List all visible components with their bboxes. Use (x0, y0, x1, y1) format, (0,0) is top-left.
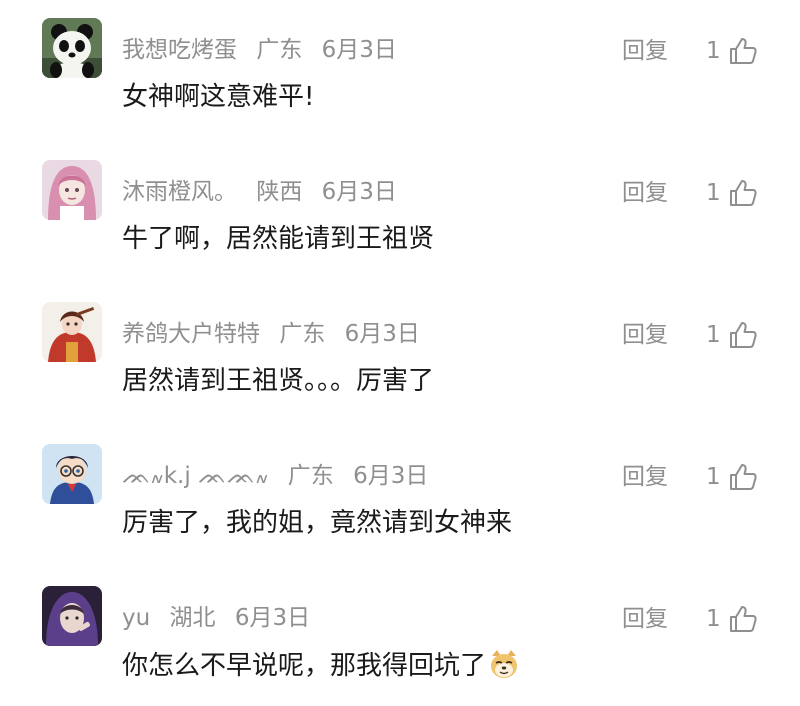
date: 6月3日 (344, 321, 420, 347)
conan-avatar-icon[interactable] (42, 444, 102, 504)
location: 陕西 (256, 179, 303, 205)
comment-meta: 沐雨橙风。 陕西 6月3日 (122, 177, 409, 207)
comment-text: 你怎么不早说呢，那我得回坑了 (122, 648, 520, 683)
comment-text-body: 你怎么不早说呢，那我得回坑了 (122, 651, 487, 681)
doge-emoji-icon (491, 650, 518, 678)
username[interactable]: ᨏ៷k.j ᨏᨏ៷ (122, 463, 268, 489)
comment-meta: 养鸽大户特特 广东 6月3日 (122, 319, 432, 349)
thumbs-up-icon[interactable] (728, 178, 758, 208)
date: 6月3日 (321, 37, 397, 63)
reply-button[interactable]: 回复 (622, 36, 668, 66)
comment-text: 厉害了，我的姐，竟然请到女神来 (122, 508, 513, 538)
comment-text: 女神啊这意难平! (122, 82, 315, 112)
like-count: 1 (706, 464, 721, 490)
reply-button[interactable]: 回复 (622, 604, 668, 634)
thumbs-up-icon[interactable] (728, 36, 758, 66)
reply-button[interactable]: 回复 (622, 320, 668, 350)
location: 广东 (256, 37, 303, 63)
thumbs-up-icon[interactable] (728, 320, 758, 350)
location: 广东 (279, 321, 326, 347)
comment-item: yu 湖北 6月3日 你怎么不早说呢，那我得回坑了 回复 1 (0, 586, 800, 706)
like-count: 1 (706, 606, 721, 632)
like-count: 1 (706, 322, 721, 348)
anime-girl-avatar-icon[interactable] (42, 160, 102, 220)
comment-meta: yu 湖北 6月3日 (122, 603, 322, 633)
like-count: 1 (706, 180, 721, 206)
like-count: 1 (706, 38, 721, 64)
comment-item: 我想吃烤蛋 广东 6月3日 女神啊这意难平! 回复 1 (0, 18, 800, 138)
reply-button[interactable]: 回复 (622, 462, 668, 492)
comment-meta: ᨏ៷k.j ᨏᨏ៷ 广东 6月3日 (122, 461, 440, 491)
comment-meta: 我想吃烤蛋 广东 6月3日 (122, 35, 409, 65)
date: 6月3日 (353, 463, 429, 489)
red-costume-avatar-icon[interactable] (42, 302, 102, 362)
reply-button[interactable]: 回复 (622, 178, 668, 208)
comment-text: 居然请到王祖贤。。。厉害了 (122, 366, 435, 396)
panda-avatar-icon[interactable] (42, 18, 102, 78)
date: 6月3日 (234, 605, 311, 631)
comment-item: 沐雨橙风。 陕西 6月3日 牛了啊，居然能请到王祖贤 回复 1 (0, 160, 800, 280)
date: 6月3日 (321, 179, 397, 205)
location: 湖北 (169, 605, 216, 631)
username[interactable]: 我想吃烤蛋 (122, 37, 237, 63)
comment-item: 养鸽大户特特 广东 6月3日 居然请到王祖贤。。。厉害了 回复 1 (0, 302, 800, 422)
comment-item: ᨏ៷k.j ᨏᨏ៷ 广东 6月3日 厉害了，我的姐，竟然请到女神来 回复 1 (0, 444, 800, 564)
username[interactable]: 养鸽大户特特 (122, 321, 260, 347)
purple-hood-avatar-icon[interactable] (42, 586, 102, 646)
thumbs-up-icon[interactable] (728, 462, 758, 492)
username[interactable]: yu (122, 605, 150, 631)
thumbs-up-icon[interactable] (728, 604, 758, 634)
comment-text: 牛了啊，居然能请到王祖贤 (122, 224, 435, 254)
location: 广东 (287, 463, 334, 489)
username[interactable]: 沐雨橙风。 (122, 179, 237, 205)
